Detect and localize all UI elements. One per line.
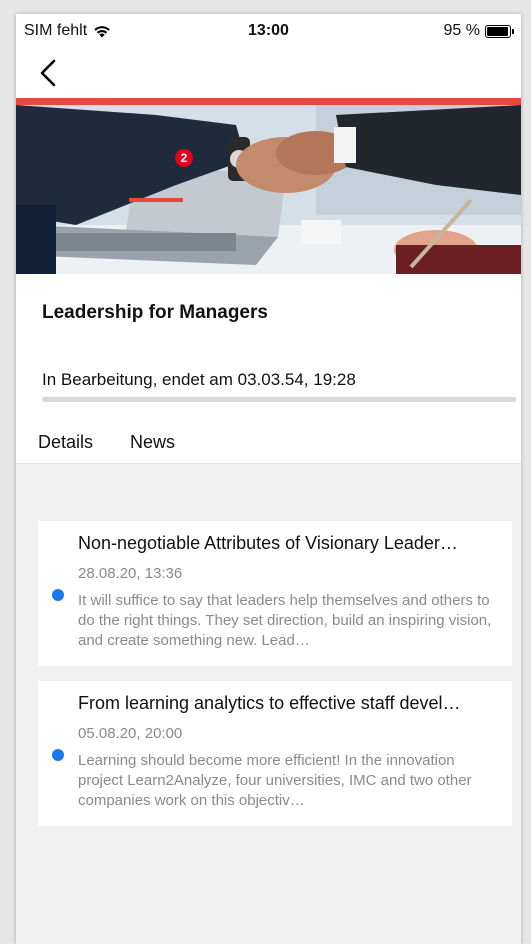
accent-line xyxy=(16,98,521,105)
battery-level-fill xyxy=(487,26,508,36)
active-tab-indicator xyxy=(129,198,183,202)
status-battery: 95 % xyxy=(443,22,514,40)
handshake-illustration xyxy=(16,105,521,274)
course-status: In Bearbeitung, endet am 03.03.54, 19:28 xyxy=(42,370,356,389)
news-excerpt: It will suffice to say that leaders help… xyxy=(78,592,492,649)
tab-bar: Details News xyxy=(16,424,521,464)
tab-details[interactable]: Details xyxy=(38,432,93,453)
course-title: Leadership for Managers xyxy=(42,302,268,323)
news-item[interactable]: From learning analytics to effective sta… xyxy=(38,681,512,826)
unread-dot-icon xyxy=(52,589,64,601)
news-title: Non-negotiable Attributes of Visionary L… xyxy=(78,533,458,553)
progress-bar xyxy=(42,397,516,402)
phone-screen: SIM fehlt 13:00 95 % Leadership for Mana… xyxy=(16,14,521,944)
chevron-left-icon[interactable] xyxy=(36,58,60,88)
unread-dot-icon xyxy=(52,749,64,761)
tab-news[interactable]: News xyxy=(130,432,175,453)
news-item[interactable]: Non-negotiable Attributes of Visionary L… xyxy=(38,521,512,666)
news-count-badge: 2 xyxy=(175,149,193,167)
battery-icon xyxy=(485,24,514,38)
nav-bar xyxy=(16,48,521,98)
news-title: From learning analytics to effective sta… xyxy=(78,693,461,713)
news-date: 28.08.20, 13:36 xyxy=(78,565,183,582)
course-hero-image xyxy=(16,105,521,274)
status-bar: SIM fehlt 13:00 95 % xyxy=(16,14,521,48)
course-content: Leadership for Managers In Bearbeitung, … xyxy=(16,274,521,464)
news-date: 05.08.20, 20:00 xyxy=(78,725,183,742)
battery-percent: 95 % xyxy=(443,22,480,39)
news-excerpt: Learning should become more efficient! I… xyxy=(78,752,472,809)
